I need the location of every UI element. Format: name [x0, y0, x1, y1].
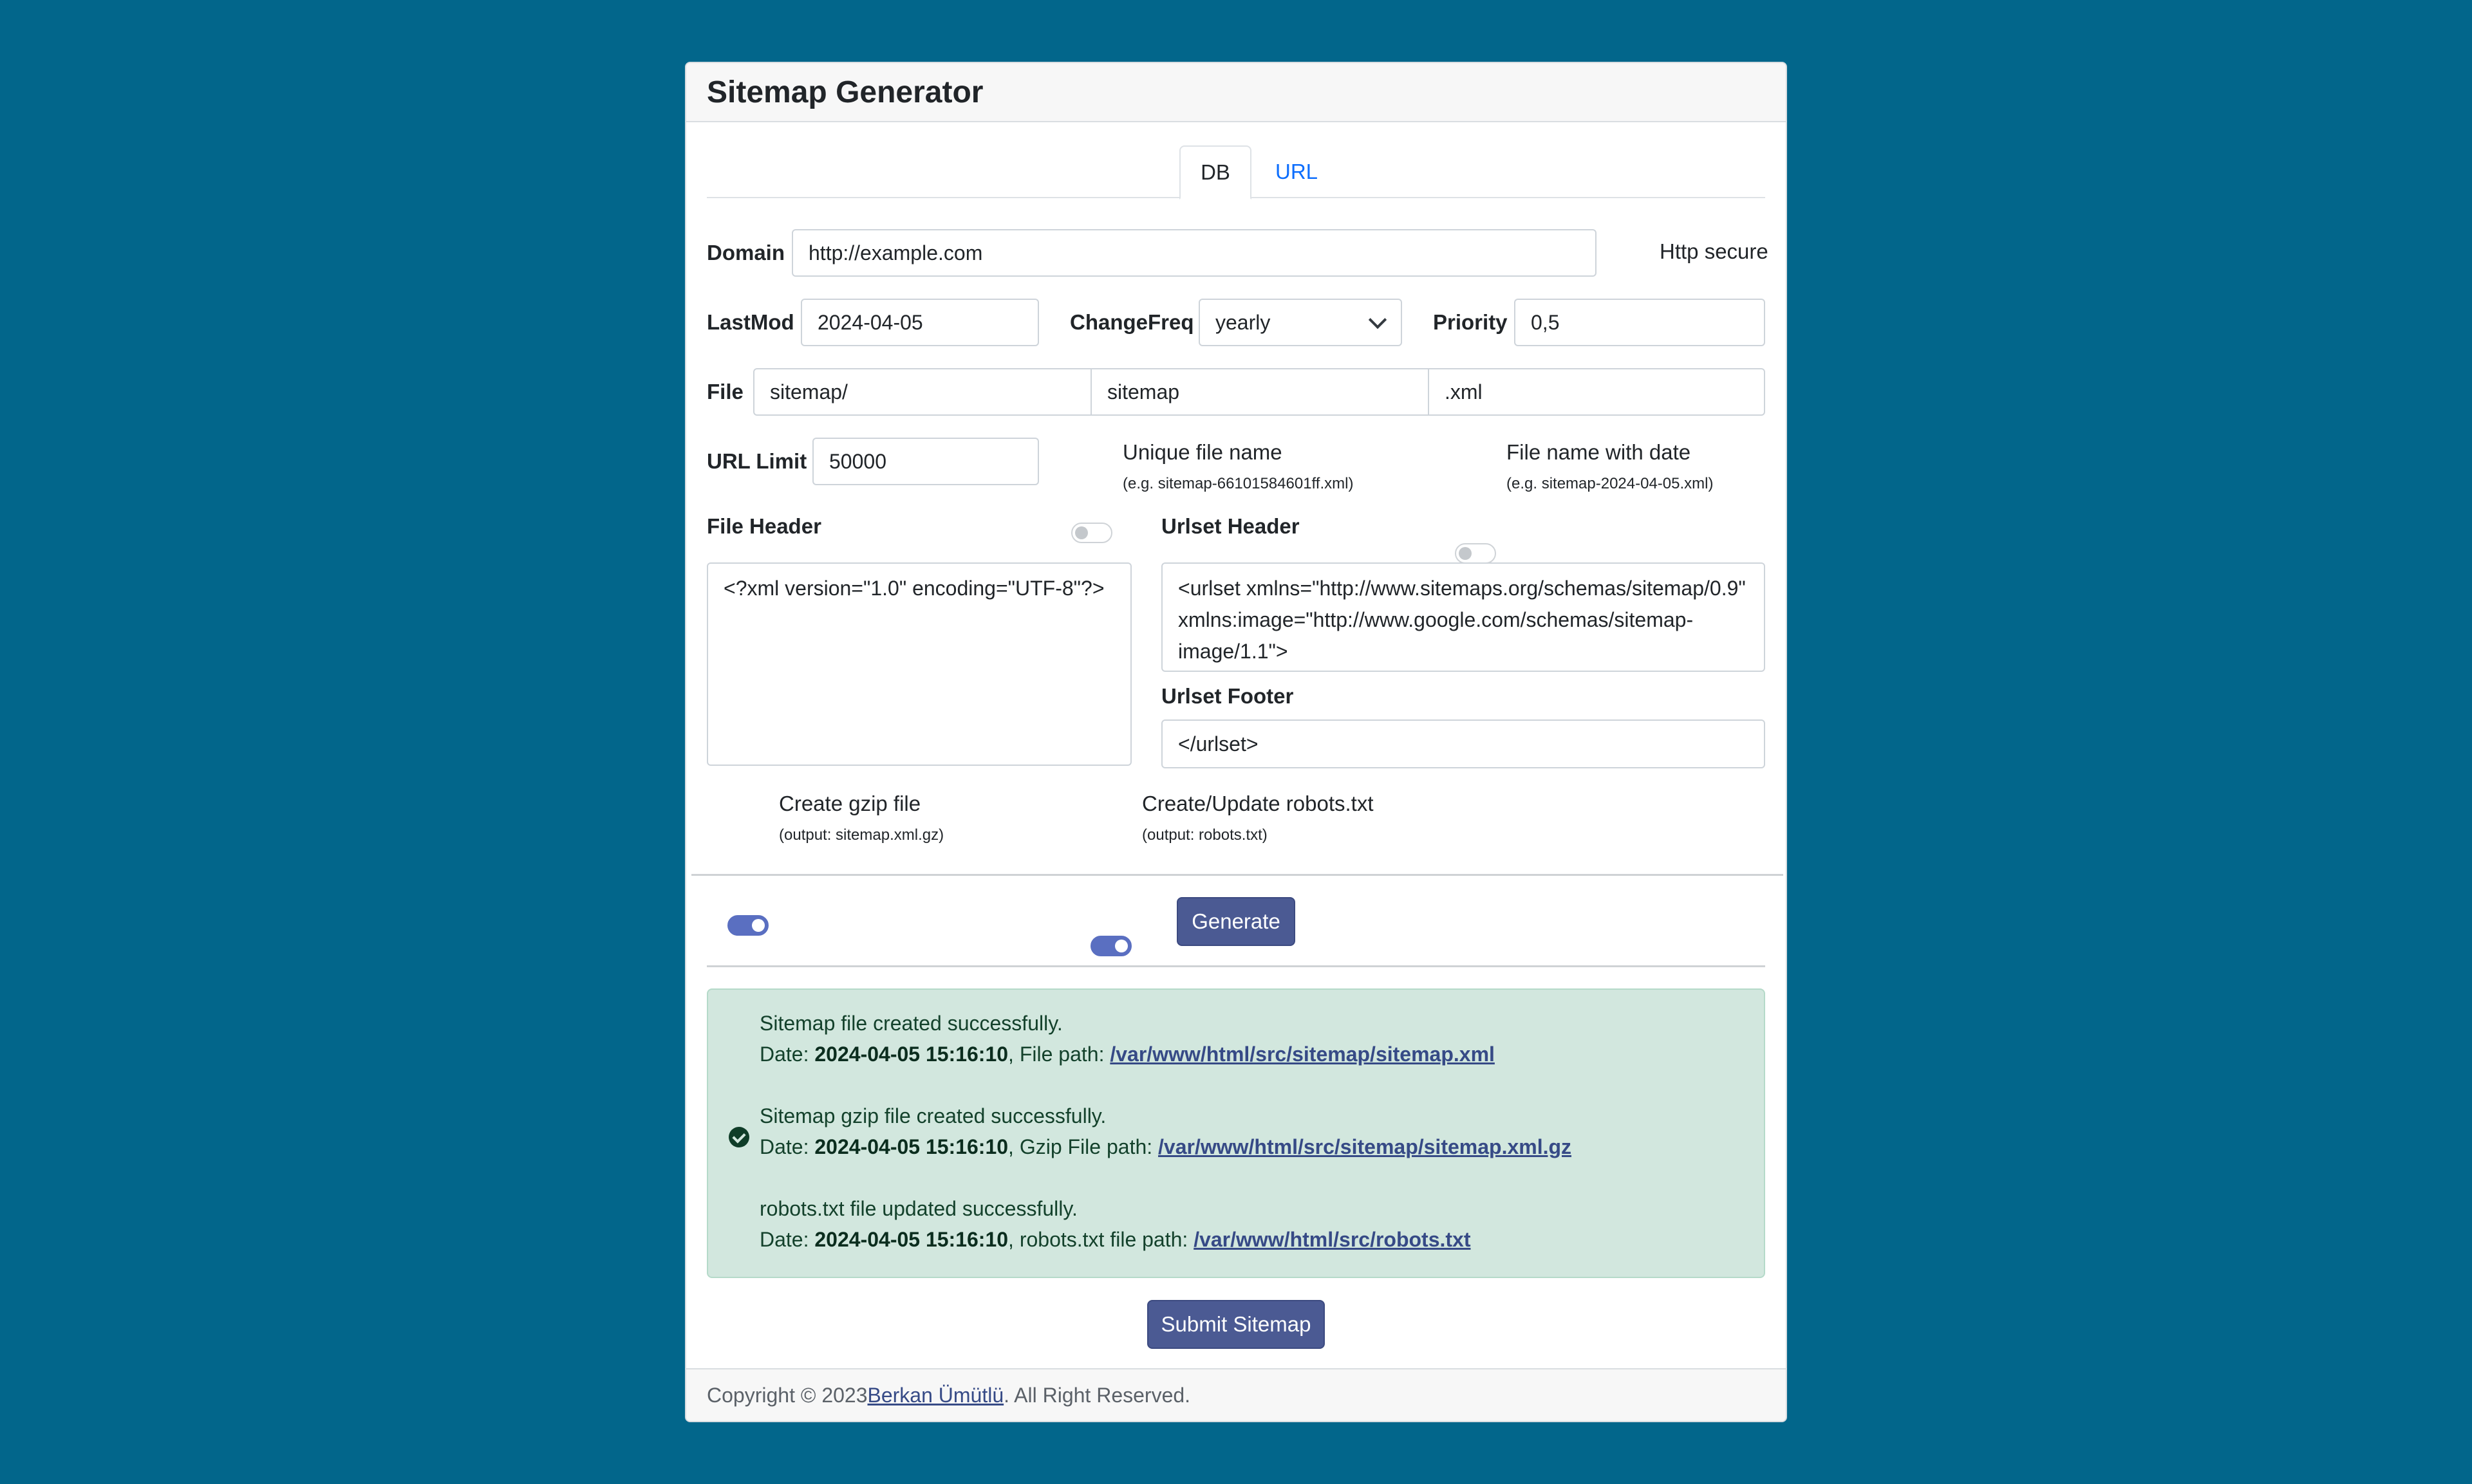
check-circle-icon	[729, 1127, 749, 1147]
footer: Copyright © 2023 Berkan Ümütlü. All Righ…	[686, 1368, 1786, 1421]
create-gzip-note: (output: sitemap.xml.gz)	[779, 826, 944, 844]
url-limit-input[interactable]: 50000	[812, 438, 1039, 485]
create-gzip-switch[interactable]	[727, 915, 769, 936]
changefreq-label: ChangeFreq	[1070, 310, 1194, 334]
update-robots-note: (output: robots.txt)	[1142, 826, 1268, 844]
urlset-footer-textarea[interactable]: </urlset>	[1161, 719, 1765, 768]
domain-label: Domain	[707, 241, 785, 264]
urlset-header-textarea[interactable]: <urlset xmlns="http://www.sitemaps.org/s…	[1161, 562, 1765, 672]
sitemap-created-message: Sitemap file created successfully.	[760, 1012, 1063, 1035]
unique-file-name-note: (e.g. sitemap-66101584601ff.xml)	[1123, 475, 1354, 492]
copyright-suffix: . All Right Reserved.	[1004, 1383, 1191, 1407]
urlset-header-label: Urlset Header	[1161, 514, 1300, 538]
author-link[interactable]: Berkan Ümütlü	[868, 1384, 1004, 1407]
file-name-with-date-note: (e.g. sitemap-2024-04-05.xml)	[1506, 475, 1714, 492]
domain-input[interactable]: http://example.com	[792, 229, 1596, 277]
file-extension-input[interactable]: .xml	[1428, 368, 1765, 416]
robots-date: 2024-04-05 15:16:10	[814, 1228, 1009, 1251]
sitemap-generator-card: Sitemap Generator DB URL Domain http://e…	[685, 62, 1787, 1422]
copyright-prefix: Copyright © 2023	[707, 1383, 868, 1407]
path-prefix: , Gzip File path:	[1008, 1135, 1159, 1158]
http-secure-label: Http secure	[1660, 239, 1768, 263]
generate-button[interactable]: Generate	[1177, 897, 1295, 946]
file-header-label: File Header	[707, 514, 821, 538]
lastmod-label: LastMod	[707, 310, 794, 334]
changefreq-value: yearly	[1215, 310, 1271, 334]
file-header-textarea[interactable]: <?xml version="1.0" encoding="UTF-8"?>	[707, 562, 1132, 766]
success-alert: Sitemap file created successfully. Date:…	[707, 988, 1765, 1278]
unique-file-name-switch[interactable]	[1071, 523, 1112, 543]
priority-label: Priority	[1433, 310, 1508, 334]
sitemap-date: 2024-04-05 15:16:10	[814, 1043, 1009, 1066]
gzip-path-link[interactable]: /var/www/html/src/sitemap/sitemap.xml.gz	[1158, 1135, 1571, 1158]
changefreq-select[interactable]: yearly	[1199, 299, 1402, 346]
update-robots-switch[interactable]	[1091, 936, 1132, 956]
file-name-with-date-switch[interactable]	[1455, 543, 1496, 564]
card-header: Sitemap Generator	[686, 63, 1786, 122]
tab-db[interactable]: DB	[1179, 145, 1251, 199]
path-prefix: , File path:	[1008, 1043, 1110, 1066]
lastmod-date-input[interactable]: 2024-04-05	[801, 299, 1039, 346]
sitemap-path-link[interactable]: /var/www/html/src/sitemap/sitemap.xml	[1110, 1043, 1495, 1066]
file-name-with-date-label: File name with date	[1506, 440, 1691, 464]
date-prefix: Date:	[760, 1135, 815, 1158]
date-prefix: Date:	[760, 1043, 815, 1066]
page-title: Sitemap Generator	[707, 75, 984, 109]
sitemap-created-detail: Date: 2024-04-05 15:16:10, File path: /v…	[760, 1043, 1495, 1066]
robots-path-link[interactable]: /var/www/html/src/robots.txt	[1194, 1228, 1470, 1251]
gzip-created-detail: Date: 2024-04-05 15:16:10, Gzip File pat…	[760, 1135, 1571, 1159]
url-limit-label: URL Limit	[707, 449, 807, 473]
file-directory-input[interactable]: sitemap/	[753, 368, 1092, 416]
robots-updated-detail: Date: 2024-04-05 15:16:10, robots.txt fi…	[760, 1228, 1471, 1252]
gzip-date: 2024-04-05 15:16:10	[814, 1135, 1009, 1158]
gzip-created-message: Sitemap gzip file created successfully.	[760, 1104, 1107, 1127]
update-robots-label: Create/Update robots.txt	[1142, 792, 1374, 815]
priority-input[interactable]: 0,5	[1514, 299, 1765, 346]
tab-bar: DB URL	[707, 145, 1765, 199]
create-gzip-label: Create gzip file	[779, 792, 921, 815]
chevron-down-icon	[1368, 310, 1387, 329]
tab-url[interactable]: URL	[1264, 145, 1329, 198]
submit-sitemap-button[interactable]: Submit Sitemap	[1147, 1300, 1325, 1349]
divider	[691, 874, 1783, 876]
file-name-input[interactable]: sitemap	[1091, 368, 1429, 416]
file-label: File	[707, 380, 744, 403]
divider	[707, 965, 1765, 967]
urlset-footer-label: Urlset Footer	[1161, 684, 1294, 708]
path-prefix: , robots.txt file path:	[1008, 1228, 1194, 1251]
date-prefix: Date:	[760, 1228, 815, 1251]
unique-file-name-label: Unique file name	[1123, 440, 1282, 464]
robots-updated-message: robots.txt file updated successfully.	[760, 1197, 1078, 1220]
